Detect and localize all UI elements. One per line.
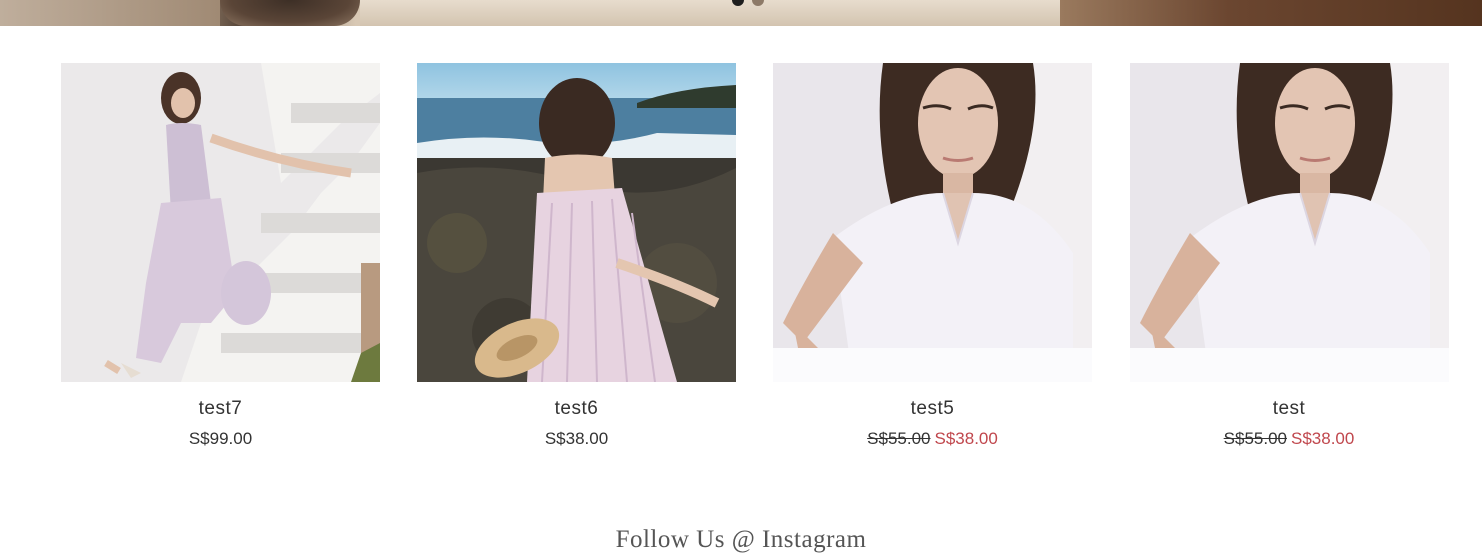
instagram-heading: Follow Us @ Instagram [615,526,867,553]
hero-fabric-image [360,0,1060,26]
slideshow-dots [732,0,764,6]
product-card[interactable]: test6 S$38.00 [417,63,736,450]
hero-model-image [220,0,360,26]
regular-price: S$99.00 [188,429,253,448]
original-price: S$55.00 [1223,429,1287,448]
product-name[interactable]: test6 [417,398,736,420]
hero-banner [0,0,1482,26]
product-name[interactable]: test5 [773,398,1092,420]
product-image[interactable] [417,63,736,382]
original-price: S$55.00 [867,429,931,448]
product-grid: test7 S$99.00 test6 S$38.00 test5 S$55.0… [61,63,1449,463]
product-name[interactable]: test [1130,398,1448,420]
product-image[interactable] [61,63,380,382]
product-price: S$99.00 [61,428,380,450]
slide-dot-2[interactable] [752,0,764,6]
product-price: S$55.00 S$38.00 [773,428,1092,450]
product-price: S$55.00 S$38.00 [1130,428,1448,450]
slide-dot-1[interactable] [732,0,744,6]
regular-price: S$38.00 [544,429,609,448]
product-card[interactable]: test7 S$99.00 [61,63,380,450]
product-image[interactable] [773,63,1092,382]
product-image[interactable] [1130,63,1449,382]
hero-background [0,0,220,26]
sale-price: S$38.00 [1291,429,1355,448]
product-name[interactable]: test7 [61,398,380,420]
product-card[interactable]: test5 S$55.00 S$38.00 [773,63,1092,450]
sale-price: S$38.00 [934,429,998,448]
product-card[interactable]: test S$55.00 S$38.00 [1130,63,1449,450]
product-price: S$38.00 [417,428,736,450]
hero-wood-image [1060,0,1482,26]
